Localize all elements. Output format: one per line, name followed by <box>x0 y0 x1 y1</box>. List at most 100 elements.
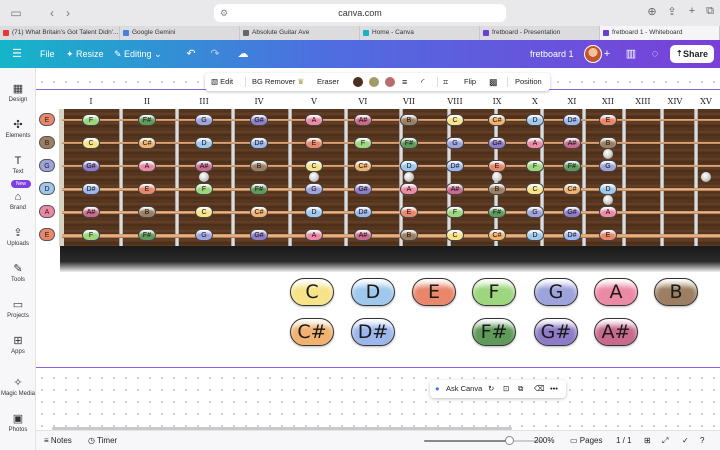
browser-tab[interactable]: fretboard - Presentation <box>480 26 600 40</box>
browser-tab-active[interactable]: fretboard 1 - Whiteboard <box>600 26 720 40</box>
site-settings-icon[interactable]: ⚙ <box>220 4 228 22</box>
legend-note-pill[interactable]: B <box>654 278 698 306</box>
new-tab-icon[interactable]: + <box>684 5 700 17</box>
guitar-string <box>62 165 720 168</box>
toolbar-divider <box>507 77 508 87</box>
fret-note: E <box>599 114 617 126</box>
crop-icon[interactable]: ⌗ <box>443 73 448 91</box>
eraser-button[interactable]: Eraser <box>317 73 339 91</box>
guitar-string <box>62 211 720 215</box>
check-icon[interactable]: ✓ <box>682 431 689 450</box>
sidebar-item-apps[interactable]: ⊞ Apps <box>0 334 36 355</box>
insights-icon[interactable]: ▥ <box>624 47 638 61</box>
fret-note: G# <box>250 229 268 241</box>
zoom-level[interactable]: 200% <box>534 431 554 450</box>
browser-tab[interactable]: Home - Canva <box>360 26 480 40</box>
photos-icon: ▣ <box>12 413 24 425</box>
legend-note-pill[interactable]: F <box>472 278 516 306</box>
more-options-icon[interactable]: ••• <box>550 380 558 398</box>
fret-note: G# <box>563 206 581 218</box>
tab-overview-icon[interactable]: ⧉ <box>702 5 718 18</box>
resize-button[interactable]: ✦ Resize <box>66 40 104 68</box>
legend-note-pill[interactable]: C# <box>290 318 334 346</box>
fret-note: G# <box>82 160 100 172</box>
sidebar-item-tools[interactable]: ✎ Tools <box>0 262 36 283</box>
back-icon[interactable]: ‹ <box>44 5 60 21</box>
border-style-icon[interactable]: ≡ <box>402 73 407 91</box>
guitar-string <box>62 234 720 238</box>
undo-icon[interactable]: ↶ <box>184 47 198 61</box>
fret-note: F# <box>488 206 506 218</box>
flip-button[interactable]: Flip <box>464 73 476 91</box>
notes-button[interactable]: ≡ Notes <box>44 431 72 450</box>
color-swatch[interactable] <box>353 77 363 87</box>
grid-view-icon[interactable]: ⊞ <box>644 431 651 450</box>
legend-note-pill[interactable]: A# <box>594 318 638 346</box>
fret-note: G <box>195 114 213 126</box>
browser-tab[interactable]: (71) What Britain's Got Talent Didn'... <box>0 26 120 40</box>
file-menu[interactable]: File <box>40 40 55 68</box>
color-swatch[interactable] <box>369 77 379 87</box>
pages-button[interactable]: ▭ Pages <box>570 431 602 450</box>
fullscreen-icon[interactable]: ⤢ <box>662 431 668 450</box>
sidebar-item-elements[interactable]: ✣ Elements <box>0 118 36 139</box>
sidebar-item-text[interactable]: T Text <box>0 154 36 175</box>
zoom-slider-handle[interactable] <box>504 436 514 445</box>
sidebar-label: Photos <box>8 427 28 433</box>
share-page-icon[interactable]: ⇪ <box>664 5 680 18</box>
legend-note-pill[interactable]: A <box>594 278 638 306</box>
sidebar-label: Text <box>12 169 24 175</box>
add-collaborator-icon[interactable]: + <box>600 47 614 61</box>
corner-rounding-icon[interactable]: ◜ <box>421 73 425 91</box>
legend-note-pill[interactable]: G <box>534 278 578 306</box>
browser-tab[interactable]: Absolute Guitar Ave <box>240 26 360 40</box>
share-button[interactable]: ⇡ Share <box>670 45 714 63</box>
redo-icon[interactable]: ↷ <box>208 47 222 61</box>
bg-remover-button[interactable]: BG Remover ♛ <box>252 73 304 91</box>
color-swatch[interactable] <box>385 77 395 87</box>
transparency-icon[interactable]: ▩ <box>489 73 498 91</box>
sidebar-toggle-icon[interactable]: ▭ <box>8 5 24 21</box>
download-icon[interactable]: ⊕ <box>644 5 660 18</box>
sidebar-item-design[interactable]: ▦ Design <box>0 82 36 103</box>
fret-note: A# <box>354 229 372 241</box>
sidebar-label: Tools <box>10 277 25 283</box>
fret-wire <box>399 109 403 246</box>
fret-note: D# <box>563 229 581 241</box>
editing-mode-button[interactable]: ✎ Editing ⌄ <box>114 40 162 68</box>
sidebar-item-magic-media[interactable]: ✧ Magic Media <box>0 376 36 397</box>
legend-note-pill[interactable]: D# <box>351 318 395 346</box>
legend-note-pill[interactable]: D <box>351 278 395 306</box>
edit-image-button[interactable]: ▧ Edit <box>211 73 233 91</box>
legend-note-pill[interactable]: F# <box>472 318 516 346</box>
sidebar-item-uploads[interactable]: ⇪ Uploads <box>0 226 36 247</box>
help-icon[interactable]: ? <box>700 431 704 450</box>
zoom-slider[interactable] <box>424 436 542 445</box>
sidebar-item-photos[interactable]: ▣ Photos <box>0 412 36 433</box>
tools-icon: ✎ <box>13 263 23 275</box>
delete-icon[interactable]: ⌫ <box>534 380 545 398</box>
lock-icon[interactable]: ⊡ <box>503 380 509 398</box>
document-title[interactable]: fretboard 1 <box>530 40 574 68</box>
sidebar-item-brand[interactable]: ⌂ Brand <box>0 190 36 211</box>
legend-note-pill[interactable]: E <box>412 278 456 306</box>
sidebar-item-projects[interactable]: ▭ Projects <box>0 298 36 319</box>
duplicate-icon[interactable]: ⧉ <box>518 380 523 398</box>
tab-title: Absolute Guitar Ave <box>252 29 310 36</box>
legend-note-pill[interactable]: C <box>290 278 334 306</box>
browser-tab[interactable]: Google Gemini <box>120 26 240 40</box>
menu-icon[interactable]: ☰ <box>10 47 24 61</box>
fret-note: F <box>446 206 464 218</box>
position-button[interactable]: Position <box>515 73 542 91</box>
address-bar[interactable]: ⚙ canva.com <box>214 4 506 22</box>
image-edit-toolbar: ▧ Edit BG Remover ♛ Eraser ≡ ◜ ⌗ Flip ▩ … <box>205 73 550 91</box>
timer-button[interactable]: ◷ Timer <box>88 431 117 450</box>
comments-icon[interactable]: ◌ <box>648 47 662 61</box>
fret-note: C# <box>488 114 506 126</box>
forward-icon[interactable]: › <box>60 5 76 21</box>
legend-note-pill[interactable]: G# <box>534 318 578 346</box>
fret-number: XV <box>700 97 712 106</box>
ask-canva-button[interactable]: Ask Canva <box>446 380 482 398</box>
cloud-sync-icon[interactable]: ☁ <box>236 47 250 61</box>
replace-icon[interactable]: ↻ <box>488 380 494 398</box>
